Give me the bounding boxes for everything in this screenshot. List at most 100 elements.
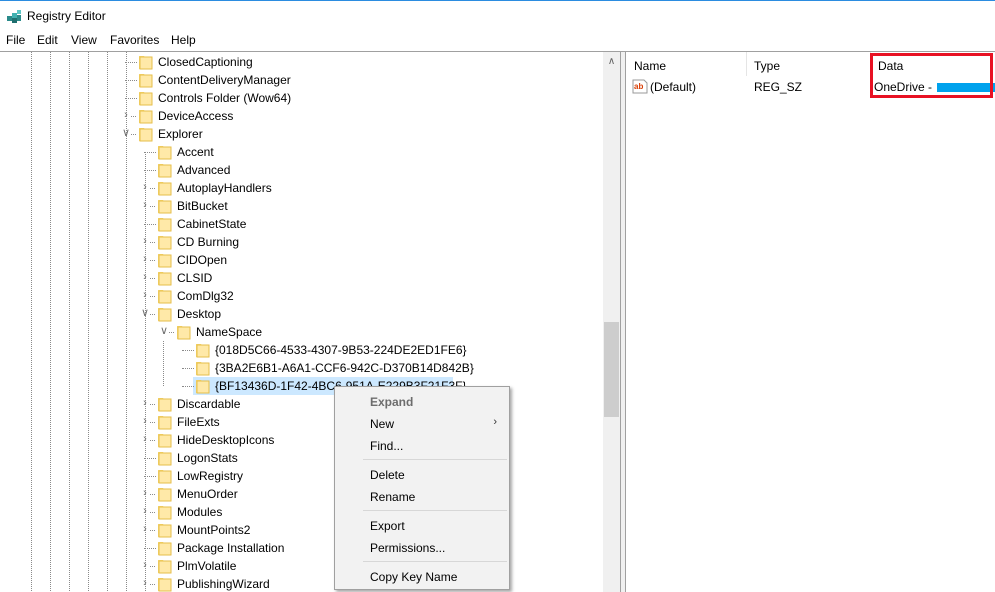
chevron-right-icon[interactable]: › (140, 577, 150, 589)
tree-item[interactable]: › CD Burning (0, 233, 603, 251)
tree-item[interactable]: › Discardable (0, 395, 603, 413)
tree-item[interactable]: › CLSID (0, 269, 603, 287)
column-header-name[interactable]: Name (626, 52, 746, 76)
tree-scrollbar[interactable]: ∧ (603, 52, 620, 592)
chevron-down-icon[interactable]: ∨ (159, 325, 169, 337)
chevron-right-icon[interactable]: › (140, 271, 150, 283)
chevron-right-icon[interactable]: › (140, 253, 150, 265)
tree-item-label: Advanced (177, 163, 231, 177)
tree-item[interactable]: ClosedCaptioning (0, 53, 603, 71)
tree-item-label: CabinetState (177, 217, 247, 231)
menu-separator (363, 510, 507, 511)
scroll-up-icon[interactable]: ∧ (603, 52, 620, 69)
tree-guide-line (163, 341, 164, 386)
folder-icon (157, 576, 172, 592)
chevron-right-icon[interactable]: › (140, 433, 150, 445)
folder-icon (157, 144, 172, 160)
tree-connector (144, 170, 156, 171)
chevron-down-icon[interactable]: ∨ (121, 127, 131, 139)
context-menu-item-new[interactable]: New › (337, 412, 507, 434)
tree-connector (150, 314, 155, 315)
value-name: (Default) (650, 80, 697, 94)
tree-item[interactable]: › DeviceAccess (0, 107, 603, 125)
tree-item[interactable]: › FileExts (0, 413, 603, 431)
registry-tree[interactable]: ClosedCaptioning ContentDeliveryManager Co… (0, 52, 621, 592)
tree-item[interactable]: {BF13436D-1F42-4BC6-951A-E229B3F21F3F} (0, 377, 603, 395)
menu-help[interactable]: Help (169, 33, 198, 47)
tree-connector (169, 332, 174, 333)
tree-item-label: MountPoints2 (177, 523, 251, 537)
tree-connector (150, 260, 155, 261)
tree-item-label: Explorer (158, 127, 203, 141)
tree-item[interactable]: {018D5C66-4533-4307-9B53-224DE2ED1FE6} (0, 341, 603, 359)
tree-item[interactable]: ∨ NameSpace (0, 323, 603, 341)
tree-item[interactable]: ∨ Desktop (0, 305, 603, 323)
menu-view[interactable]: View (69, 33, 99, 47)
folder-icon (157, 432, 172, 448)
tree-item[interactable]: ContentDeliveryManager (0, 71, 603, 89)
folder-icon (138, 126, 153, 142)
tree-item[interactable]: {3BA2E6B1-A6A1-CCF6-942C-D370B14D842B} (0, 359, 603, 377)
tree-item[interactable]: LogonStats (0, 449, 603, 467)
tree-connector (125, 98, 137, 99)
tree-connector (150, 278, 155, 279)
menu-file[interactable]: File (4, 33, 27, 47)
chevron-right-icon[interactable]: › (140, 559, 150, 571)
chevron-right-icon[interactable]: › (140, 415, 150, 427)
column-header-type[interactable]: Type (746, 52, 870, 76)
tree-item-label: ClosedCaptioning (158, 55, 253, 69)
chevron-right-icon[interactable]: › (140, 235, 150, 247)
chevron-right-icon[interactable]: › (140, 289, 150, 301)
svg-text:ab: ab (634, 82, 643, 91)
folder-icon (138, 54, 153, 70)
tree-connector (144, 458, 156, 459)
scrollbar-thumb[interactable] (604, 322, 619, 417)
tree-item[interactable]: › PlmVolatile (0, 557, 603, 575)
column-name-label: Name (634, 59, 667, 73)
tree-item[interactable]: › Modules (0, 503, 603, 521)
context-menu-item-rename[interactable]: Rename (337, 485, 507, 507)
tree-item[interactable]: › PublishingWizard (0, 575, 603, 592)
tree-item-label: HideDesktopIcons (177, 433, 275, 447)
context-menu-item-permissions[interactable]: Permissions... (337, 536, 507, 558)
menu-item-label: Permissions... (370, 541, 446, 555)
menu-favorites[interactable]: Favorites (108, 33, 161, 47)
folder-icon (157, 414, 172, 430)
tree-item-label: {3BA2E6B1-A6A1-CCF6-942C-D370B14D842B} (215, 361, 474, 375)
tree-item[interactable]: Package Installation (0, 539, 603, 557)
tree-item[interactable]: Controls Folder (Wow64) (0, 89, 603, 107)
tree-item[interactable]: › CIDOpen (0, 251, 603, 269)
context-menu-item-export[interactable]: Export (337, 514, 507, 536)
tree-connector (144, 152, 156, 153)
tree-item[interactable]: › BitBucket (0, 197, 603, 215)
menu-edit[interactable]: Edit (35, 33, 60, 47)
context-menu: Expand New › Find... Delete Rename Export Permi… (334, 386, 510, 590)
tree-connector (182, 386, 194, 387)
tree-item[interactable]: Accent (0, 143, 603, 161)
tree-item[interactable]: › MenuOrder (0, 485, 603, 503)
tree-item-label: DeviceAccess (158, 109, 234, 123)
chevron-right-icon[interactable]: › (140, 505, 150, 517)
chevron-right-icon[interactable]: › (140, 523, 150, 535)
chevron-right-icon[interactable]: › (140, 397, 150, 409)
chevron-right-icon[interactable]: › (140, 199, 150, 211)
chevron-right-icon[interactable]: › (140, 181, 150, 193)
tree-item[interactable]: › MountPoints2 (0, 521, 603, 539)
tree-item[interactable]: › ComDlg32 (0, 287, 603, 305)
context-menu-item-find[interactable]: Find... (337, 434, 507, 456)
tree-item-label: {018D5C66-4533-4307-9B53-224DE2ED1FE6} (215, 343, 467, 357)
tree-item[interactable]: › AutoplayHandlers (0, 179, 603, 197)
chevron-down-icon[interactable]: ∨ (140, 307, 150, 319)
tree-item[interactable]: LowRegistry (0, 467, 603, 485)
values-list[interactable]: Name Type Data ab (Default) REG_SZ OneDr… (626, 52, 995, 592)
tree-connector (150, 512, 155, 513)
tree-item[interactable]: Advanced (0, 161, 603, 179)
tree-item[interactable]: ∨ Explorer (0, 125, 603, 143)
chevron-right-icon[interactable]: › (121, 109, 131, 121)
tree-connector (150, 530, 155, 531)
chevron-right-icon[interactable]: › (140, 487, 150, 499)
context-menu-item-delete[interactable]: Delete (337, 463, 507, 485)
tree-item[interactable]: › HideDesktopIcons (0, 431, 603, 449)
tree-item[interactable]: CabinetState (0, 215, 603, 233)
context-menu-item-copy-key-name[interactable]: Copy Key Name (337, 565, 507, 587)
